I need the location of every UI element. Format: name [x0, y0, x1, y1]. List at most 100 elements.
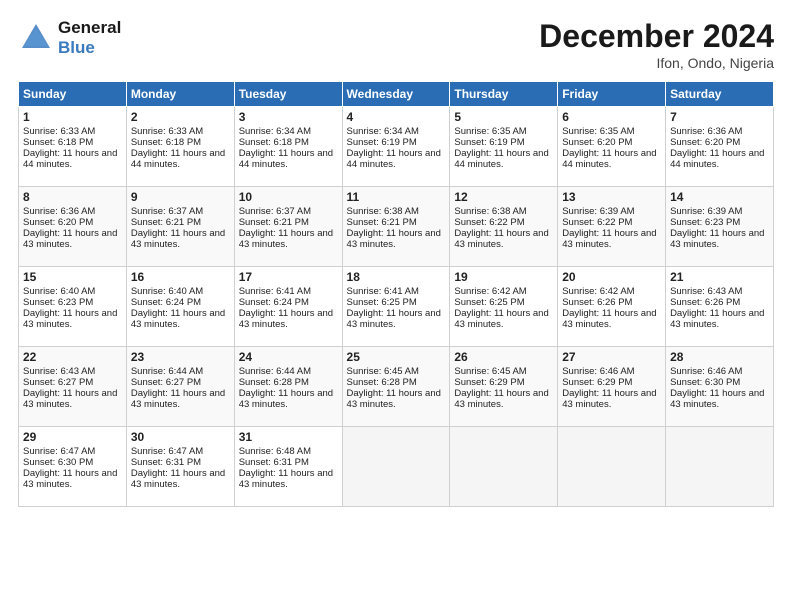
sunrise: Sunrise: 6:35 AM: [454, 126, 526, 137]
sunset: Sunset: 6:31 PM: [239, 457, 309, 468]
sunrise: Sunrise: 6:37 AM: [239, 206, 311, 217]
sunset: Sunset: 6:19 PM: [347, 137, 417, 148]
day-number: 30: [131, 430, 230, 444]
calendar-week-row: 8 Sunrise: 6:36 AM Sunset: 6:20 PM Dayli…: [19, 187, 774, 267]
sunrise: Sunrise: 6:45 AM: [454, 366, 526, 377]
daylight: Daylight: 11 hours and 43 minutes.: [131, 308, 225, 330]
sunset: Sunset: 6:28 PM: [347, 377, 417, 388]
sunrise: Sunrise: 6:39 AM: [670, 206, 742, 217]
sunset: Sunset: 6:30 PM: [23, 457, 93, 468]
sunset: Sunset: 6:19 PM: [454, 137, 524, 148]
daylight: Daylight: 11 hours and 43 minutes.: [131, 228, 225, 250]
sunset: Sunset: 6:23 PM: [23, 297, 93, 308]
day-number: 19: [454, 270, 553, 284]
daylight: Daylight: 11 hours and 43 minutes.: [239, 468, 333, 490]
calendar-cell: [342, 427, 450, 507]
calendar-week-row: 29 Sunrise: 6:47 AM Sunset: 6:30 PM Dayl…: [19, 427, 774, 507]
sunset: Sunset: 6:23 PM: [670, 217, 740, 228]
daylight: Daylight: 11 hours and 44 minutes.: [131, 148, 225, 170]
daylight: Daylight: 11 hours and 43 minutes.: [454, 388, 548, 410]
calendar-cell: 23 Sunrise: 6:44 AM Sunset: 6:27 PM Dayl…: [126, 347, 234, 427]
sunrise: Sunrise: 6:36 AM: [23, 206, 95, 217]
calendar-cell: 25 Sunrise: 6:45 AM Sunset: 6:28 PM Dayl…: [342, 347, 450, 427]
calendar-cell: 4 Sunrise: 6:34 AM Sunset: 6:19 PM Dayli…: [342, 107, 450, 187]
month-title: December 2024: [539, 18, 774, 55]
calendar-table: Sunday Monday Tuesday Wednesday Thursday…: [18, 81, 774, 507]
sunrise: Sunrise: 6:39 AM: [562, 206, 634, 217]
day-number: 28: [670, 350, 769, 364]
sunrise: Sunrise: 6:33 AM: [131, 126, 203, 137]
col-thursday: Thursday: [450, 82, 558, 107]
sunrise: Sunrise: 6:42 AM: [454, 286, 526, 297]
daylight: Daylight: 11 hours and 43 minutes.: [239, 388, 333, 410]
sunrise: Sunrise: 6:38 AM: [347, 206, 419, 217]
calendar-cell: 18 Sunrise: 6:41 AM Sunset: 6:25 PM Dayl…: [342, 267, 450, 347]
sunset: Sunset: 6:31 PM: [131, 457, 201, 468]
sunrise: Sunrise: 6:46 AM: [562, 366, 634, 377]
calendar-cell: 12 Sunrise: 6:38 AM Sunset: 6:22 PM Dayl…: [450, 187, 558, 267]
sunset: Sunset: 6:24 PM: [239, 297, 309, 308]
daylight: Daylight: 11 hours and 43 minutes.: [131, 468, 225, 490]
col-friday: Friday: [558, 82, 666, 107]
daylight: Daylight: 11 hours and 43 minutes.: [23, 228, 117, 250]
sunrise: Sunrise: 6:43 AM: [670, 286, 742, 297]
daylight: Daylight: 11 hours and 43 minutes.: [670, 308, 764, 330]
sunset: Sunset: 6:18 PM: [239, 137, 309, 148]
sunset: Sunset: 6:22 PM: [454, 217, 524, 228]
calendar-cell: 26 Sunrise: 6:45 AM Sunset: 6:29 PM Dayl…: [450, 347, 558, 427]
calendar-week-row: 22 Sunrise: 6:43 AM Sunset: 6:27 PM Dayl…: [19, 347, 774, 427]
day-number: 4: [347, 110, 446, 124]
calendar-cell: 10 Sunrise: 6:37 AM Sunset: 6:21 PM Dayl…: [234, 187, 342, 267]
calendar-header-row: Sunday Monday Tuesday Wednesday Thursday…: [19, 82, 774, 107]
daylight: Daylight: 11 hours and 43 minutes.: [670, 388, 764, 410]
daylight: Daylight: 11 hours and 43 minutes.: [562, 388, 656, 410]
sunset: Sunset: 6:21 PM: [347, 217, 417, 228]
daylight: Daylight: 11 hours and 44 minutes.: [670, 148, 764, 170]
calendar-cell: [558, 427, 666, 507]
day-number: 25: [347, 350, 446, 364]
sunrise: Sunrise: 6:34 AM: [347, 126, 419, 137]
daylight: Daylight: 11 hours and 43 minutes.: [131, 388, 225, 410]
day-number: 12: [454, 190, 553, 204]
col-sunday: Sunday: [19, 82, 127, 107]
calendar-cell: 22 Sunrise: 6:43 AM Sunset: 6:27 PM Dayl…: [19, 347, 127, 427]
sunrise: Sunrise: 6:37 AM: [131, 206, 203, 217]
sunrise: Sunrise: 6:34 AM: [239, 126, 311, 137]
sunset: Sunset: 6:29 PM: [454, 377, 524, 388]
calendar-cell: 27 Sunrise: 6:46 AM Sunset: 6:29 PM Dayl…: [558, 347, 666, 427]
daylight: Daylight: 11 hours and 43 minutes.: [239, 228, 333, 250]
sunset: Sunset: 6:20 PM: [670, 137, 740, 148]
col-tuesday: Tuesday: [234, 82, 342, 107]
daylight: Daylight: 11 hours and 44 minutes.: [239, 148, 333, 170]
day-number: 13: [562, 190, 661, 204]
calendar-cell: 7 Sunrise: 6:36 AM Sunset: 6:20 PM Dayli…: [666, 107, 774, 187]
sunrise: Sunrise: 6:33 AM: [23, 126, 95, 137]
logo: General Blue: [18, 18, 121, 57]
calendar-cell: 28 Sunrise: 6:46 AM Sunset: 6:30 PM Dayl…: [666, 347, 774, 427]
calendar-cell: 17 Sunrise: 6:41 AM Sunset: 6:24 PM Dayl…: [234, 267, 342, 347]
day-number: 22: [23, 350, 122, 364]
calendar-cell: 16 Sunrise: 6:40 AM Sunset: 6:24 PM Dayl…: [126, 267, 234, 347]
daylight: Daylight: 11 hours and 43 minutes.: [347, 308, 441, 330]
calendar-cell: 15 Sunrise: 6:40 AM Sunset: 6:23 PM Dayl…: [19, 267, 127, 347]
calendar-cell: 3 Sunrise: 6:34 AM Sunset: 6:18 PM Dayli…: [234, 107, 342, 187]
daylight: Daylight: 11 hours and 43 minutes.: [23, 388, 117, 410]
day-number: 31: [239, 430, 338, 444]
daylight: Daylight: 11 hours and 44 minutes.: [347, 148, 441, 170]
calendar-cell: 11 Sunrise: 6:38 AM Sunset: 6:21 PM Dayl…: [342, 187, 450, 267]
sunrise: Sunrise: 6:40 AM: [23, 286, 95, 297]
daylight: Daylight: 11 hours and 43 minutes.: [562, 308, 656, 330]
daylight: Daylight: 11 hours and 43 minutes.: [347, 388, 441, 410]
day-number: 20: [562, 270, 661, 284]
page-container: General Blue December 2024 Ifon, Ondo, N…: [0, 0, 792, 517]
location: Ifon, Ondo, Nigeria: [539, 55, 774, 71]
daylight: Daylight: 11 hours and 44 minutes.: [23, 148, 117, 170]
logo-text-general: General: [58, 18, 121, 37]
sunrise: Sunrise: 6:47 AM: [23, 446, 95, 457]
day-number: 14: [670, 190, 769, 204]
sunrise: Sunrise: 6:41 AM: [347, 286, 419, 297]
calendar-cell: 24 Sunrise: 6:44 AM Sunset: 6:28 PM Dayl…: [234, 347, 342, 427]
calendar-cell: 29 Sunrise: 6:47 AM Sunset: 6:30 PM Dayl…: [19, 427, 127, 507]
calendar-cell: 2 Sunrise: 6:33 AM Sunset: 6:18 PM Dayli…: [126, 107, 234, 187]
calendar-week-row: 15 Sunrise: 6:40 AM Sunset: 6:23 PM Dayl…: [19, 267, 774, 347]
